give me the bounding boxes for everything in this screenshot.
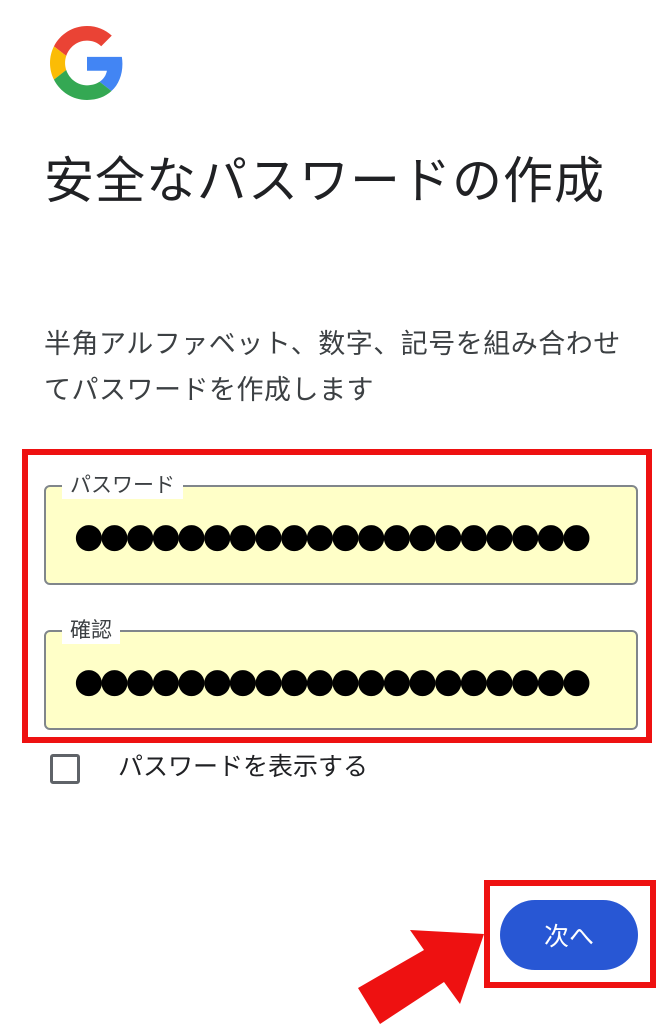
confirm-field-label: 確認 [62,616,120,644]
show-password-checkbox[interactable] [50,754,80,784]
confirm-password-input[interactable]: ●●●●●●●●●●●●●●●●●●●● [74,654,614,708]
show-password-label[interactable]: パスワードを表示する [118,747,368,787]
password-field[interactable]: パスワード ●●●●●●●●●●●●●●●●●●●● [44,471,638,585]
red-arrow-icon [358,930,484,1024]
google-logo-icon [50,26,123,100]
page-title: 安全なパスワードの作成 [44,152,605,210]
page-subtitle: 半角アルファベット、数字、記号を組み合わせてパスワードを作成します [44,329,621,406]
password-field-label: パスワード [62,471,183,499]
password-input[interactable]: ●●●●●●●●●●●●●●●●●●●● [74,509,614,563]
next-button[interactable]: 次へ [500,900,638,970]
confirm-password-field[interactable]: 確認 ●●●●●●●●●●●●●●●●●●●● [44,616,638,730]
